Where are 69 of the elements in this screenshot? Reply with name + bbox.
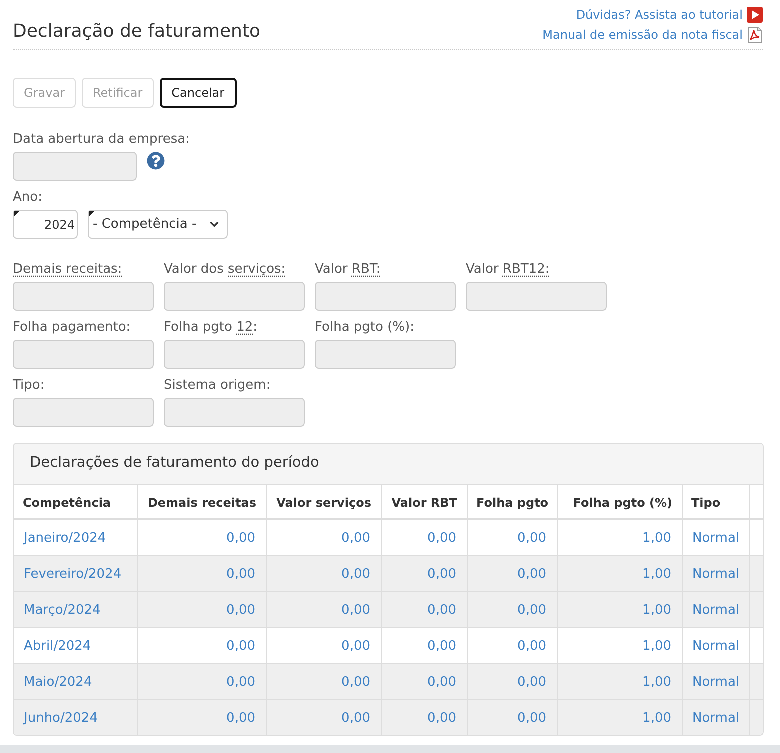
table-cell-link[interactable]: Normal <box>692 567 740 582</box>
table-cell-link[interactable]: 0,00 <box>518 711 546 726</box>
table-cell-link[interactable]: Janeiro/2024 <box>24 531 106 546</box>
panel-heading: Declarações de faturamento do período <box>14 444 763 485</box>
table-cell-link[interactable]: 1,00 <box>642 711 672 726</box>
page-title: Declaração de faturamento <box>13 22 261 42</box>
table-cell-link[interactable]: 0,00 <box>518 639 546 654</box>
table-cell-link[interactable]: Normal <box>692 639 740 654</box>
table-cell-link[interactable]: 0,00 <box>342 675 370 690</box>
table-cell-link[interactable]: Fevereiro/2024 <box>24 567 122 582</box>
column-header: Folha pgto (%) <box>573 496 672 510</box>
video-play-icon <box>747 7 763 23</box>
field-label: Valor RBT12: <box>466 262 550 278</box>
table-cell-link[interactable]: Normal <box>692 675 740 690</box>
table-cell-link[interactable]: Abril/2024 <box>24 639 92 654</box>
table-cell-link[interactable]: Junho/2024 <box>24 711 98 726</box>
table-cell-link[interactable]: 1,00 <box>642 639 672 654</box>
table-cell-link[interactable]: 0,00 <box>428 603 456 618</box>
field-label: Folha pgto 12: <box>164 320 258 336</box>
action-button[interactable]: Cancelar <box>160 78 237 108</box>
table-cell-link[interactable]: 0,00 <box>226 711 256 726</box>
year-input[interactable]: 2024 <box>13 210 78 239</box>
field-label: Valor RBT: <box>315 262 381 278</box>
table-cell-link[interactable]: 1,00 <box>642 675 672 690</box>
table-cell-link[interactable]: 0,00 <box>226 639 256 654</box>
table-cell-link[interactable]: 1,00 <box>642 567 672 582</box>
field-label: Ano: <box>13 190 42 206</box>
field-label: Data abertura da empresa: <box>13 132 190 148</box>
table-cell-link[interactable]: Normal <box>692 603 740 618</box>
field-label: Tipo: <box>13 378 45 394</box>
table-cell-link[interactable]: 0,00 <box>428 711 456 726</box>
table-cell-link[interactable]: 0,00 <box>518 675 546 690</box>
table-cell-link[interactable]: 0,00 <box>428 675 456 690</box>
help-link[interactable]: Dúvidas? Assista ao tutorial <box>576 6 743 24</box>
field-label: Folha pagamento: <box>13 320 131 336</box>
column-header: Competência <box>23 496 112 510</box>
table-cell-link[interactable]: 0,00 <box>342 567 370 582</box>
field-label: Sistema origem: <box>164 378 271 394</box>
table-cell-link[interactable]: 0,00 <box>226 531 256 546</box>
table-cell-link[interactable]: 0,00 <box>518 531 546 546</box>
column-header: Folha pgto <box>476 496 549 510</box>
table-cell-link[interactable]: 0,00 <box>226 603 256 618</box>
table-cell-link[interactable]: Maio/2024 <box>24 675 92 690</box>
table-cell-link[interactable]: 0,00 <box>428 567 456 582</box>
pdf-file-icon <box>747 27 763 43</box>
column-header: Demais receitas <box>148 496 256 510</box>
table-cell-link[interactable]: 1,00 <box>642 603 672 618</box>
table-cell-link[interactable]: 0,00 <box>342 603 370 618</box>
table-cell-link[interactable]: Normal <box>692 531 740 546</box>
table-cell-link[interactable]: 0,00 <box>342 639 370 654</box>
table-cell-link[interactable]: 0,00 <box>518 603 546 618</box>
table-cell-link[interactable]: 0,00 <box>226 567 256 582</box>
table-cell-link[interactable]: 1,00 <box>642 531 672 546</box>
table-cell-link[interactable]: 0,00 <box>226 675 256 690</box>
table-cell-link[interactable]: Normal <box>692 711 740 726</box>
column-header: Valor serviços <box>276 496 372 510</box>
table-cell-link[interactable]: 0,00 <box>342 531 370 546</box>
table-cell-link[interactable]: Março/2024 <box>24 603 101 618</box>
table-cell-link[interactable]: 0,00 <box>342 711 370 726</box>
help-link[interactable]: Manual de emissão da nota fiscal <box>542 26 743 44</box>
field-label: Valor dos serviços: <box>164 262 286 278</box>
table-cell-link[interactable]: 0,00 <box>428 639 456 654</box>
period-select[interactable]: - Competência - <box>88 210 228 239</box>
field-label: Folha pgto (%): <box>315 320 414 336</box>
column-header: Tipo <box>692 496 721 510</box>
table-cell-link[interactable]: 0,00 <box>428 531 456 546</box>
table-cell-link[interactable]: 0,00 <box>518 567 546 582</box>
field-label: Demais receitas: <box>13 262 122 278</box>
column-header: Valor RBT <box>392 496 458 510</box>
